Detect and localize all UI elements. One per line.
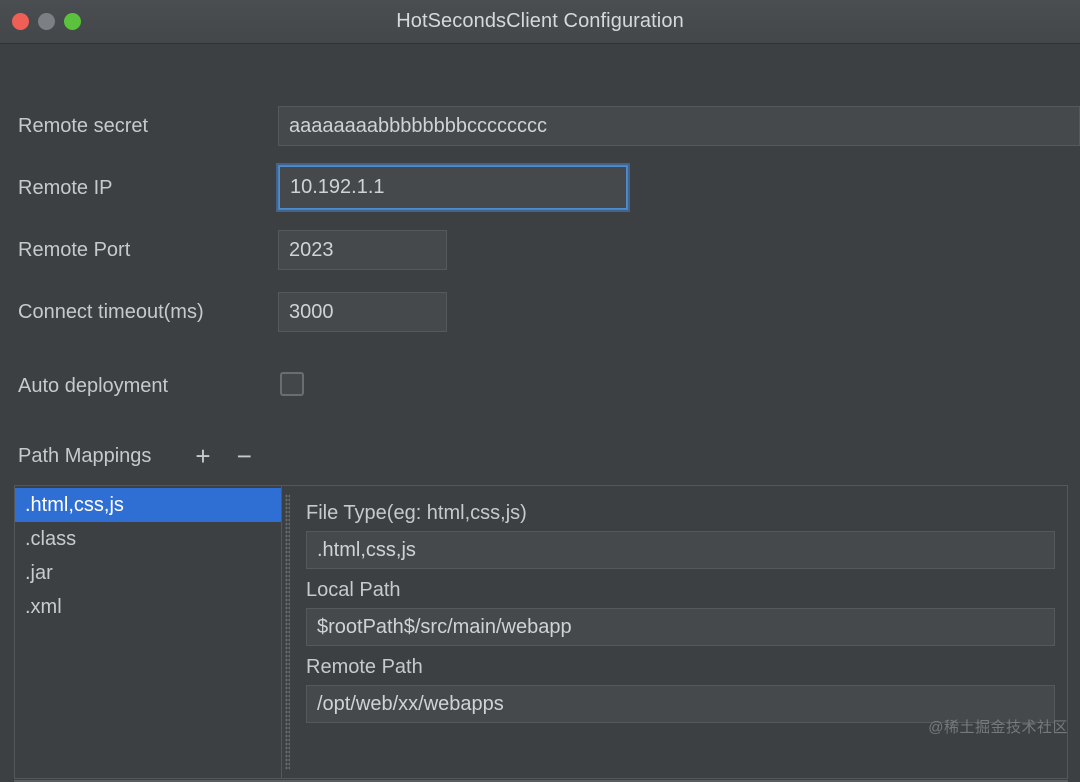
minimize-button-icon[interactable]	[38, 13, 55, 30]
remote-ip-label: Remote IP	[18, 176, 113, 199]
list-item[interactable]: .jar	[15, 556, 281, 590]
mapping-list[interactable]: .html,css,js .class .jar .xml	[15, 486, 281, 778]
file-type-input[interactable]: .html,css,js	[306, 531, 1055, 569]
remote-port-input[interactable]: 2023	[278, 230, 447, 270]
watermark-text: @稀土掘金技术社区	[928, 719, 1068, 736]
path-mappings-title: Path Mappings	[18, 444, 152, 467]
remote-path-label: Remote Path	[306, 656, 423, 678]
remote-secret-input[interactable]: aaaaaaaabbbbbbbbcccccccc	[278, 106, 1080, 146]
remote-secret-label: Remote secret	[18, 114, 149, 137]
local-path-input[interactable]: $rootPath$/src/main/webapp	[306, 608, 1055, 646]
remove-mapping-button[interactable]: −	[231, 443, 258, 469]
row-auto-deployment: Auto deployment	[0, 372, 1080, 400]
dialog-content: Remote secret aaaaaaaabbbbbbbbcccccccc R…	[0, 44, 1080, 782]
file-type-label: File Type(eg: html,css,js)	[306, 502, 527, 524]
configuration-window: HotSecondsClient Configuration Remote se…	[0, 0, 1080, 782]
list-item[interactable]: .class	[15, 522, 281, 556]
auto-deployment-label: Auto deployment	[18, 374, 169, 397]
window-controls	[0, 13, 81, 30]
close-button-icon[interactable]	[12, 13, 29, 30]
connect-timeout-label: Connect timeout(ms)	[18, 300, 204, 323]
add-mapping-button[interactable]: +	[189, 443, 216, 469]
remote-port-label: Remote Port	[18, 238, 131, 261]
path-mappings-header: Path Mappings + −	[0, 440, 258, 472]
remote-ip-input[interactable]: 10.192.1.1	[276, 163, 630, 212]
window-titlebar: HotSecondsClient Configuration	[0, 0, 1080, 44]
connect-timeout-input[interactable]: 3000	[278, 292, 447, 332]
list-item[interactable]: .html,css,js	[15, 488, 281, 522]
panel-splitter-handle[interactable]	[281, 486, 294, 778]
local-path-label: Local Path	[306, 579, 401, 601]
row-connect-timeout: Connect timeout(ms)	[0, 292, 1080, 332]
window-title: HotSecondsClient Configuration	[396, 10, 684, 32]
auto-deployment-checkbox[interactable]	[280, 372, 304, 396]
maximize-button-icon[interactable]	[64, 13, 81, 30]
row-remote-port: Remote Port	[0, 230, 1080, 270]
list-item[interactable]: .xml	[15, 590, 281, 624]
path-mappings-panel: .html,css,js .class .jar .xml File Type(…	[14, 485, 1068, 779]
